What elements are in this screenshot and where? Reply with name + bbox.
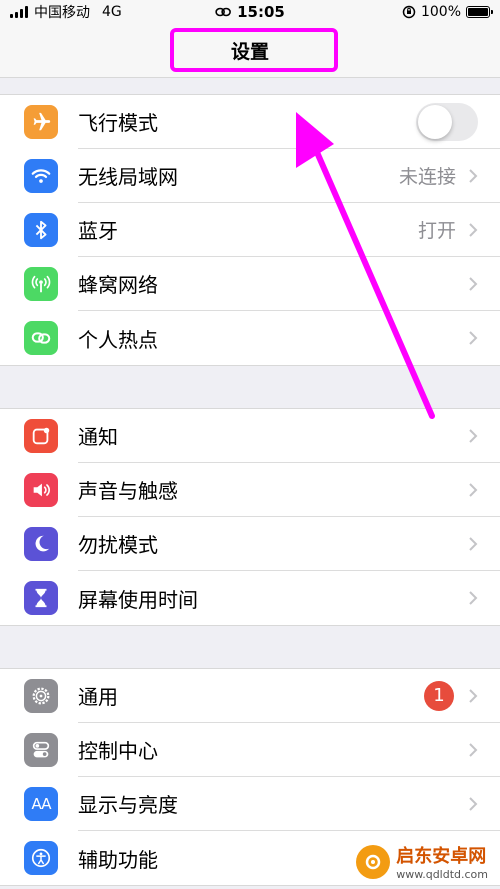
battery-fill bbox=[468, 8, 488, 16]
status-right: 100% bbox=[402, 4, 493, 20]
watermark-logo-icon bbox=[356, 844, 391, 879]
cellular-icon bbox=[24, 267, 58, 301]
settings-row-label: 控制中心 bbox=[78, 739, 158, 763]
chevron-right-icon bbox=[468, 742, 478, 758]
settings-row-cellular[interactable]: 蜂窝网络 bbox=[0, 257, 500, 311]
chevron-right-icon bbox=[468, 590, 478, 606]
sound-icon bbox=[24, 473, 58, 507]
settings-group-connectivity: 飞行模式 无线局域网 未连接 蓝牙 打开 蜂窝网络 个人热点 bbox=[0, 94, 500, 366]
battery-percent: 100% bbox=[420, 4, 461, 20]
settings-row-notifications[interactable]: 通知 bbox=[0, 409, 500, 463]
settings-group-notifications: 通知 声音与触感 勿扰模式 屏幕使用时间 bbox=[0, 408, 500, 626]
settings-row-label: 蓝牙 bbox=[78, 219, 118, 243]
settings-row-label: 蜂窝网络 bbox=[78, 273, 158, 297]
orientation-lock-icon bbox=[402, 5, 416, 19]
bluetooth-status: 打开 bbox=[417, 220, 456, 242]
settings-row-control-center[interactable]: 控制中心 bbox=[0, 723, 500, 777]
chevron-right-icon bbox=[468, 330, 478, 346]
chevron-right-icon bbox=[468, 536, 478, 552]
chevron-right-icon bbox=[468, 796, 478, 812]
settings-row-label: 通知 bbox=[78, 425, 118, 449]
chevron-right-icon bbox=[468, 222, 478, 238]
moon-icon bbox=[24, 527, 58, 561]
watermark-url: www.qdldtd.com bbox=[396, 868, 488, 881]
settings-row-label: 声音与触感 bbox=[78, 479, 178, 503]
status-center: 15:05 bbox=[215, 3, 285, 21]
toggle-knob bbox=[418, 104, 452, 139]
signal-strength-icon bbox=[10, 6, 28, 18]
settings-row-label: 飞行模式 bbox=[78, 111, 158, 135]
airplane-icon bbox=[24, 105, 58, 139]
gear-icon bbox=[24, 679, 58, 713]
settings-row-wifi[interactable]: 无线局域网 未连接 bbox=[0, 149, 500, 203]
notification-icon bbox=[24, 419, 58, 453]
chevron-right-icon bbox=[468, 688, 478, 704]
bluetooth-icon bbox=[24, 213, 58, 247]
airplane-mode-toggle[interactable] bbox=[416, 102, 478, 141]
status-left: 中国移动 4G bbox=[10, 2, 122, 22]
network-type: 4G bbox=[102, 4, 122, 20]
update-badge: 1 bbox=[424, 680, 454, 711]
page-title: 设置 bbox=[230, 41, 269, 63]
battery-icon bbox=[466, 6, 493, 18]
hotspot-icon bbox=[24, 321, 58, 355]
wifi-status: 未连接 bbox=[398, 166, 456, 188]
settings-row-hotspot[interactable]: 个人热点 bbox=[0, 311, 500, 365]
display-icon-text: AA bbox=[31, 795, 52, 813]
hourglass-icon bbox=[24, 581, 58, 615]
settings-row-label: 通用 bbox=[78, 685, 118, 709]
settings-row-sounds[interactable]: 声音与触感 bbox=[0, 463, 500, 517]
settings-row-airplane-mode[interactable]: 飞行模式 bbox=[0, 95, 500, 149]
settings-row-label: 无线局域网 bbox=[78, 165, 178, 189]
settings-row-do-not-disturb[interactable]: 勿扰模式 bbox=[0, 517, 500, 571]
display-icon: AA bbox=[24, 787, 58, 821]
settings-row-label: 个人热点 bbox=[78, 327, 158, 352]
carrier-name: 中国移动 bbox=[34, 5, 90, 21]
status-bar: 中国移动 4G 15:05 100% bbox=[0, 0, 500, 24]
settings-row-screen-time[interactable]: 屏幕使用时间 bbox=[0, 571, 500, 625]
watermark-title: 启东安卓网 bbox=[396, 846, 487, 867]
control-center-icon bbox=[24, 733, 58, 767]
wifi-icon bbox=[24, 159, 58, 193]
settings-row-display[interactable]: AA 显示与亮度 bbox=[0, 777, 500, 831]
chevron-right-icon bbox=[468, 276, 478, 292]
settings-row-bluetooth[interactable]: 蓝牙 打开 bbox=[0, 203, 500, 257]
settings-row-label: 屏幕使用时间 bbox=[78, 587, 198, 612]
chevron-right-icon bbox=[468, 482, 478, 498]
clock: 15:05 bbox=[237, 3, 285, 21]
settings-row-general[interactable]: 通用 1 bbox=[0, 669, 500, 723]
nav-bar: 设置 bbox=[0, 24, 500, 78]
chevron-right-icon bbox=[468, 428, 478, 444]
watermark: 启东安卓网 www.qdldtd.com bbox=[350, 840, 494, 883]
settings-row-label: 显示与亮度 bbox=[78, 793, 178, 817]
settings-row-label: 勿扰模式 bbox=[78, 533, 158, 557]
link-icon bbox=[215, 7, 231, 17]
chevron-right-icon bbox=[468, 168, 478, 184]
accessibility-icon bbox=[24, 841, 58, 875]
